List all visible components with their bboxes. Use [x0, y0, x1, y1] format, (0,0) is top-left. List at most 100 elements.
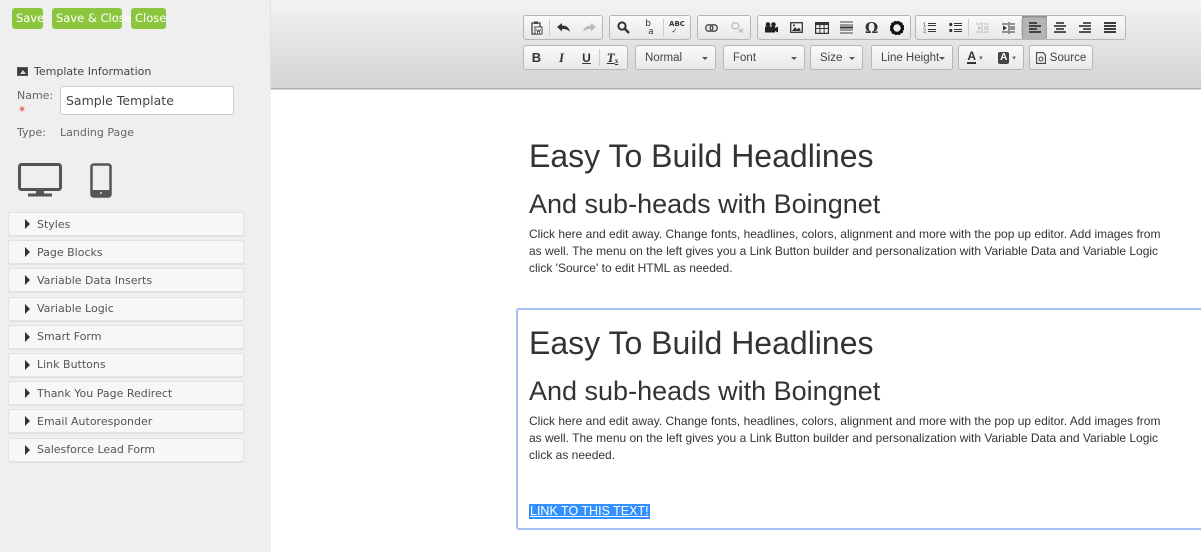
bulleted-list-icon [948, 22, 962, 33]
accordion-label: Styles [37, 217, 71, 231]
indent-button[interactable] [995, 16, 1021, 39]
format-select[interactable]: Normal [635, 45, 716, 70]
align-right-button[interactable] [1072, 16, 1097, 39]
insert-table-button[interactable] [809, 16, 834, 39]
accordion-salesforce-lead-form[interactable]: Salesforce Lead Form [8, 437, 244, 462]
toolbar-group-colors: A ▾ A ▾ [958, 45, 1024, 70]
caret-right-icon [25, 331, 30, 342]
caret-right-icon [25, 359, 30, 370]
remove-format-icon: T [606, 49, 615, 65]
undo-button[interactable] [550, 16, 576, 39]
remove-format-button[interactable]: Tx [600, 46, 625, 69]
table-icon [814, 21, 829, 34]
replace-button[interactable]: b a [636, 16, 663, 39]
redo-icon [582, 22, 596, 32]
bulleted-list-button[interactable] [942, 16, 968, 39]
undo-icon [556, 22, 570, 32]
content-block-2[interactable]: Easy To Build Headlines And sub-heads wi… [529, 324, 1201, 464]
accordion-link-buttons[interactable]: Link Buttons [8, 352, 244, 377]
link-icon [704, 23, 718, 32]
accordion-page-blocks[interactable]: Page Blocks [8, 240, 244, 265]
spellcheck-button[interactable]: ABC ✓ [664, 16, 690, 39]
horizontal-rule-button[interactable] [834, 16, 859, 39]
redo-button[interactable] [576, 16, 602, 39]
insert-image-button[interactable] [784, 16, 809, 39]
source-icon [1035, 51, 1046, 64]
background-color-button[interactable]: A ▾ [991, 46, 1023, 69]
text-color-button[interactable]: A ▾ [959, 46, 991, 69]
line-height-select-value: Line Height [881, 51, 940, 64]
unlink-button[interactable] [724, 16, 750, 39]
desktop-icon[interactable] [18, 163, 62, 197]
align-left-button[interactable] [1022, 16, 1047, 39]
special-character-button[interactable]: Ω [859, 16, 884, 39]
justify-button[interactable] [1097, 16, 1122, 39]
headline[interactable]: Easy To Build Headlines [529, 137, 1201, 175]
video-icon [765, 22, 778, 33]
type-label: Type: [17, 126, 46, 139]
close-button[interactable]: Close [131, 8, 166, 29]
insert-video-button[interactable] [758, 16, 784, 39]
caret-right-icon [25, 247, 30, 258]
subheadline[interactable]: And sub-heads with Boingnet [529, 375, 1201, 407]
selected-link-text[interactable]: LINK TO THIS TEXT! [529, 504, 650, 519]
mobile-icon[interactable] [90, 163, 112, 198]
accordion-label: Variable Logic [37, 302, 114, 316]
line-height-select[interactable]: Line Height [871, 45, 953, 70]
link-button[interactable] [698, 16, 724, 39]
paragraph-line: click 'Source' to edit HTML as needed. [529, 261, 733, 275]
replace-icon: b a [645, 18, 654, 37]
unlink-icon [730, 22, 743, 33]
chevron-down-icon [939, 57, 945, 60]
align-center-button[interactable] [1047, 16, 1072, 39]
editor-content-area[interactable]: Easy To Build Headlines And sub-heads wi… [271, 90, 1201, 552]
toolbar-group-history [523, 15, 603, 40]
save-and-close-button[interactable]: Save & Close [52, 8, 132, 29]
font-select[interactable]: Font [723, 45, 805, 70]
body-paragraph[interactable]: Click here and edit away. Change fonts, … [529, 226, 1201, 277]
size-select[interactable]: Size [810, 45, 863, 70]
accordion-label: Thank You Page Redirect [37, 386, 173, 400]
accordion-label: Link Buttons [37, 358, 106, 372]
outdent-button[interactable] [969, 16, 995, 39]
content-block-1[interactable]: Easy To Build Headlines And sub-heads wi… [529, 137, 1201, 277]
accordion-label: Email Autoresponder [37, 414, 153, 428]
accordion-label: Page Blocks [37, 245, 103, 259]
settings-button[interactable] [884, 16, 909, 39]
source-button[interactable]: Source [1029, 45, 1093, 70]
gear-icon [889, 20, 904, 35]
accordion-label: Smart Form [37, 330, 102, 344]
paragraph-line: click as needed. [529, 448, 616, 462]
toolbar-group-links [697, 15, 751, 40]
find-icon [616, 21, 630, 34]
template-name-input[interactable] [60, 86, 234, 115]
find-button[interactable] [610, 16, 636, 39]
subheadline[interactable]: And sub-heads with Boingnet [529, 188, 1201, 220]
remove-format-x: x [614, 56, 619, 65]
background-color-icon: A [998, 51, 1010, 64]
accordion-email-autoresponder[interactable]: Email Autoresponder [8, 409, 244, 434]
toolbar-group-insert: Ω [757, 15, 911, 40]
caret-right-icon [25, 275, 30, 286]
paste-from-word-button[interactable] [524, 16, 549, 39]
accordion-styles[interactable]: Styles [8, 212, 244, 236]
paragraph-line: as well. The menu on the left gives you … [529, 431, 1159, 445]
source-button-inner[interactable]: Source [1030, 46, 1092, 69]
italic-button[interactable]: I [549, 46, 574, 69]
chevron-down-icon [702, 57, 708, 60]
underline-button[interactable]: U [574, 46, 599, 69]
chevron-down-icon [849, 57, 855, 60]
headline[interactable]: Easy To Build Headlines [529, 324, 1201, 362]
accordion-smart-form[interactable]: Smart Form [8, 324, 244, 349]
accordion-variable-data-inserts[interactable]: Variable Data Inserts [8, 268, 244, 293]
body-paragraph[interactable]: Click here and edit away. Change fonts, … [529, 413, 1201, 464]
caret-right-icon [25, 444, 30, 455]
align-left-icon [1028, 22, 1041, 33]
font-select-value: Font [733, 51, 757, 64]
accordion-thank-you-page-redirect[interactable]: Thank You Page Redirect [8, 381, 244, 406]
numbered-list-button[interactable]: 12 [916, 16, 942, 39]
bold-button[interactable]: B [524, 46, 549, 69]
accordion-variable-logic[interactable]: Variable Logic [8, 296, 244, 321]
save-button[interactable]: Save [12, 8, 44, 29]
caret-right-icon [25, 388, 30, 399]
